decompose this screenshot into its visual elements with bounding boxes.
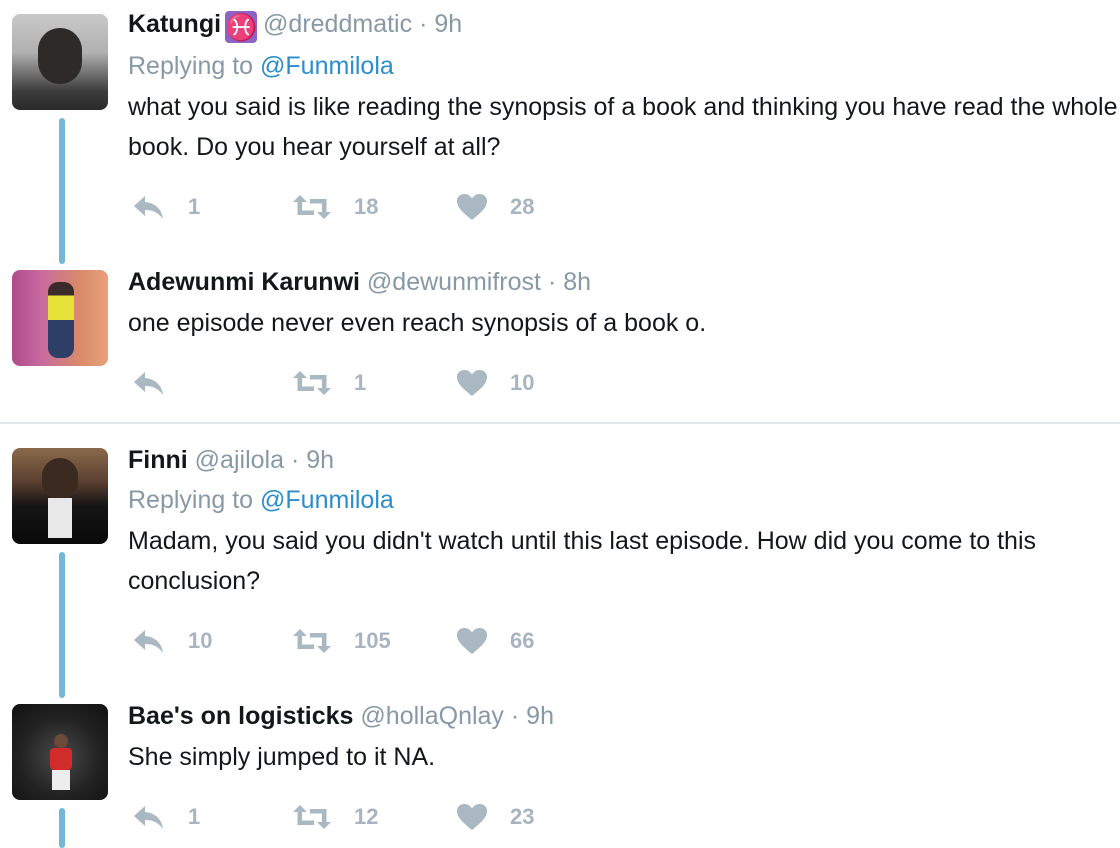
- retweet-button[interactable]: 1: [292, 368, 366, 398]
- reply-count: 1: [188, 194, 201, 219]
- timestamp[interactable]: · 8h: [548, 268, 591, 296]
- thread-line: [59, 808, 65, 848]
- retweet-icon: [292, 803, 332, 831]
- like-button[interactable]: 10: [456, 368, 534, 398]
- avatar-shorts: [52, 770, 70, 790]
- avatar[interactable]: [12, 704, 108, 800]
- retweet-icon: [292, 369, 332, 397]
- user-handle[interactable]: @hollaQnlay: [360, 702, 504, 730]
- mention-link[interactable]: @Funmilola: [260, 486, 394, 514]
- reply-button[interactable]: 10: [132, 626, 212, 656]
- replying-to-label: Replying to: [128, 486, 254, 514]
- retweet-button[interactable]: 12: [292, 802, 378, 832]
- tweet-text: She simply jumped to it NA.: [128, 743, 436, 771]
- timestamp[interactable]: · 9h: [419, 10, 462, 38]
- retweet-icon: [292, 627, 332, 655]
- replying-to-label: Replying to: [128, 52, 254, 80]
- avatar[interactable]: [12, 448, 108, 544]
- tweet-finni[interactable]: Finni @ajilola · 9h Replying to @Funmilo…: [0, 424, 1120, 698]
- avatar-collar: [48, 498, 72, 538]
- like-count: 23: [510, 804, 535, 829]
- retweet-count: 105: [354, 628, 391, 653]
- thread-line: [59, 118, 65, 264]
- retweet-count: 12: [354, 804, 379, 829]
- reply-button[interactable]: 1: [132, 192, 200, 222]
- like-button[interactable]: 28: [456, 192, 534, 222]
- like-button[interactable]: 66: [456, 626, 534, 656]
- user-handle[interactable]: @ajilola: [195, 446, 284, 474]
- avatar-figure: [48, 282, 74, 358]
- reply-icon: [132, 627, 166, 655]
- like-count: 10: [510, 370, 535, 395]
- reply-button[interactable]: [132, 368, 188, 398]
- avatar-figure: [38, 28, 82, 84]
- tweet-text: one episode never even reach synopsis of…: [128, 309, 707, 337]
- tweet-header: Adewunmi Karunwi @dewunmifrost · 8h: [128, 268, 591, 297]
- thread-line: [59, 552, 65, 698]
- display-name[interactable]: Adewunmi Karunwi: [128, 268, 360, 296]
- heart-icon: [456, 369, 488, 397]
- avatar-figure: [42, 458, 78, 500]
- reply-icon: [132, 369, 166, 397]
- retweet-button[interactable]: 105: [292, 626, 391, 656]
- reply-button[interactable]: 1: [132, 802, 200, 832]
- heart-icon: [456, 803, 488, 831]
- replying-to: Replying to @Funmilola: [128, 52, 394, 81]
- display-name[interactable]: Katungi: [128, 10, 221, 38]
- tweet-bae[interactable]: Bae's on logisticks @hollaQnlay · 9h She…: [0, 696, 1120, 848]
- tweet-text: what you said is like reading the synops…: [128, 93, 1118, 161]
- mention-link[interactable]: @Funmilola: [260, 52, 394, 80]
- timestamp[interactable]: · 9h: [511, 702, 554, 730]
- reply-icon: [132, 803, 166, 831]
- reply-count: 10: [188, 628, 213, 653]
- tweet-adewunmi[interactable]: Adewunmi Karunwi @dewunmifrost · 8h one …: [0, 262, 1120, 422]
- tweet-katungi[interactable]: Katungi ♓ @dreddmatic · 9h Replying to @Fu…: [0, 0, 1120, 264]
- replying-to: Replying to @Funmilola: [128, 486, 394, 515]
- tweet-header: Bae's on logisticks @hollaQnlay · 9h: [128, 702, 554, 731]
- retweet-icon: [292, 193, 332, 221]
- heart-icon: [456, 193, 488, 221]
- heart-icon: [456, 627, 488, 655]
- tweet-header: Finni @ajilola · 9h: [128, 446, 334, 475]
- pisces-emoji: ♓: [225, 11, 258, 43]
- retweet-count: 1: [354, 370, 367, 395]
- timestamp[interactable]: · 9h: [291, 446, 334, 474]
- retweet-button[interactable]: 18: [292, 192, 378, 222]
- display-name[interactable]: Finni: [128, 446, 188, 474]
- avatar[interactable]: [12, 14, 108, 110]
- avatar-figure: [54, 734, 68, 748]
- like-button[interactable]: 23: [456, 802, 534, 832]
- retweet-count: 18: [354, 194, 379, 219]
- reply-icon: [132, 193, 166, 221]
- avatar[interactable]: [12, 270, 108, 366]
- display-name[interactable]: Bae's on logisticks: [128, 702, 353, 730]
- like-count: 66: [510, 628, 535, 653]
- reply-count: 1: [188, 804, 201, 829]
- user-handle[interactable]: @dreddmatic: [263, 10, 412, 38]
- avatar-jersey: [50, 748, 72, 770]
- like-count: 28: [510, 194, 535, 219]
- tweet-header: Katungi ♓ @dreddmatic · 9h: [128, 10, 462, 43]
- tweet-text: Madam, you said you didn't watch until t…: [128, 527, 1037, 595]
- user-handle[interactable]: @dewunmifrost: [367, 268, 541, 296]
